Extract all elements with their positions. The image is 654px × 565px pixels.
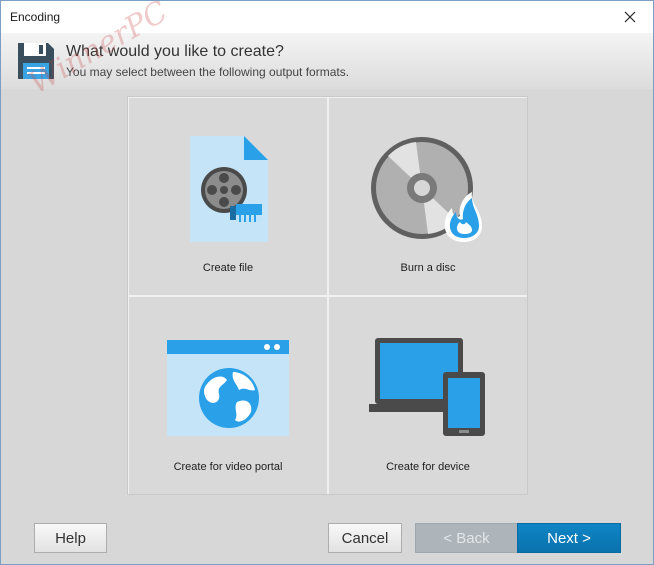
option-create-file[interactable]: Create file: [129, 98, 327, 295]
close-icon: [624, 11, 636, 23]
help-button[interactable]: Help: [34, 523, 107, 553]
option-label: Create for video portal: [173, 461, 283, 473]
option-label: Burn a disc: [400, 262, 456, 274]
option-label: Create for device: [386, 461, 470, 473]
title-bar: Encoding: [1, 1, 653, 33]
back-button[interactable]: < Back: [415, 523, 518, 553]
movie-file-icon: [190, 136, 268, 242]
close-button[interactable]: [607, 1, 653, 33]
header-subtitle: You may select between the following out…: [66, 65, 350, 79]
option-create-video-portal[interactable]: Create for video portal: [129, 297, 327, 494]
option-create-for-device[interactable]: Create for device: [329, 297, 527, 494]
laptop-phone-icon: [369, 338, 485, 436]
header-banner: What would you like to create? You may s…: [1, 33, 653, 89]
option-burn-disc[interactable]: Burn a disc: [329, 98, 527, 295]
window-title: Encoding: [10, 10, 61, 24]
header-title: What would you like to create?: [66, 43, 284, 60]
web-globe-icon: [167, 340, 289, 436]
next-button[interactable]: Next >: [517, 523, 621, 553]
option-label: Create file: [202, 262, 254, 274]
burn-disc-icon: [371, 137, 482, 242]
cancel-button[interactable]: Cancel: [328, 523, 402, 553]
encoding-dialog: Encoding What would you like to create? …: [0, 0, 654, 565]
output-format-grid: Create file Burn a disc Create for video…: [127, 96, 528, 495]
floppy-disk-icon: [18, 43, 54, 79]
